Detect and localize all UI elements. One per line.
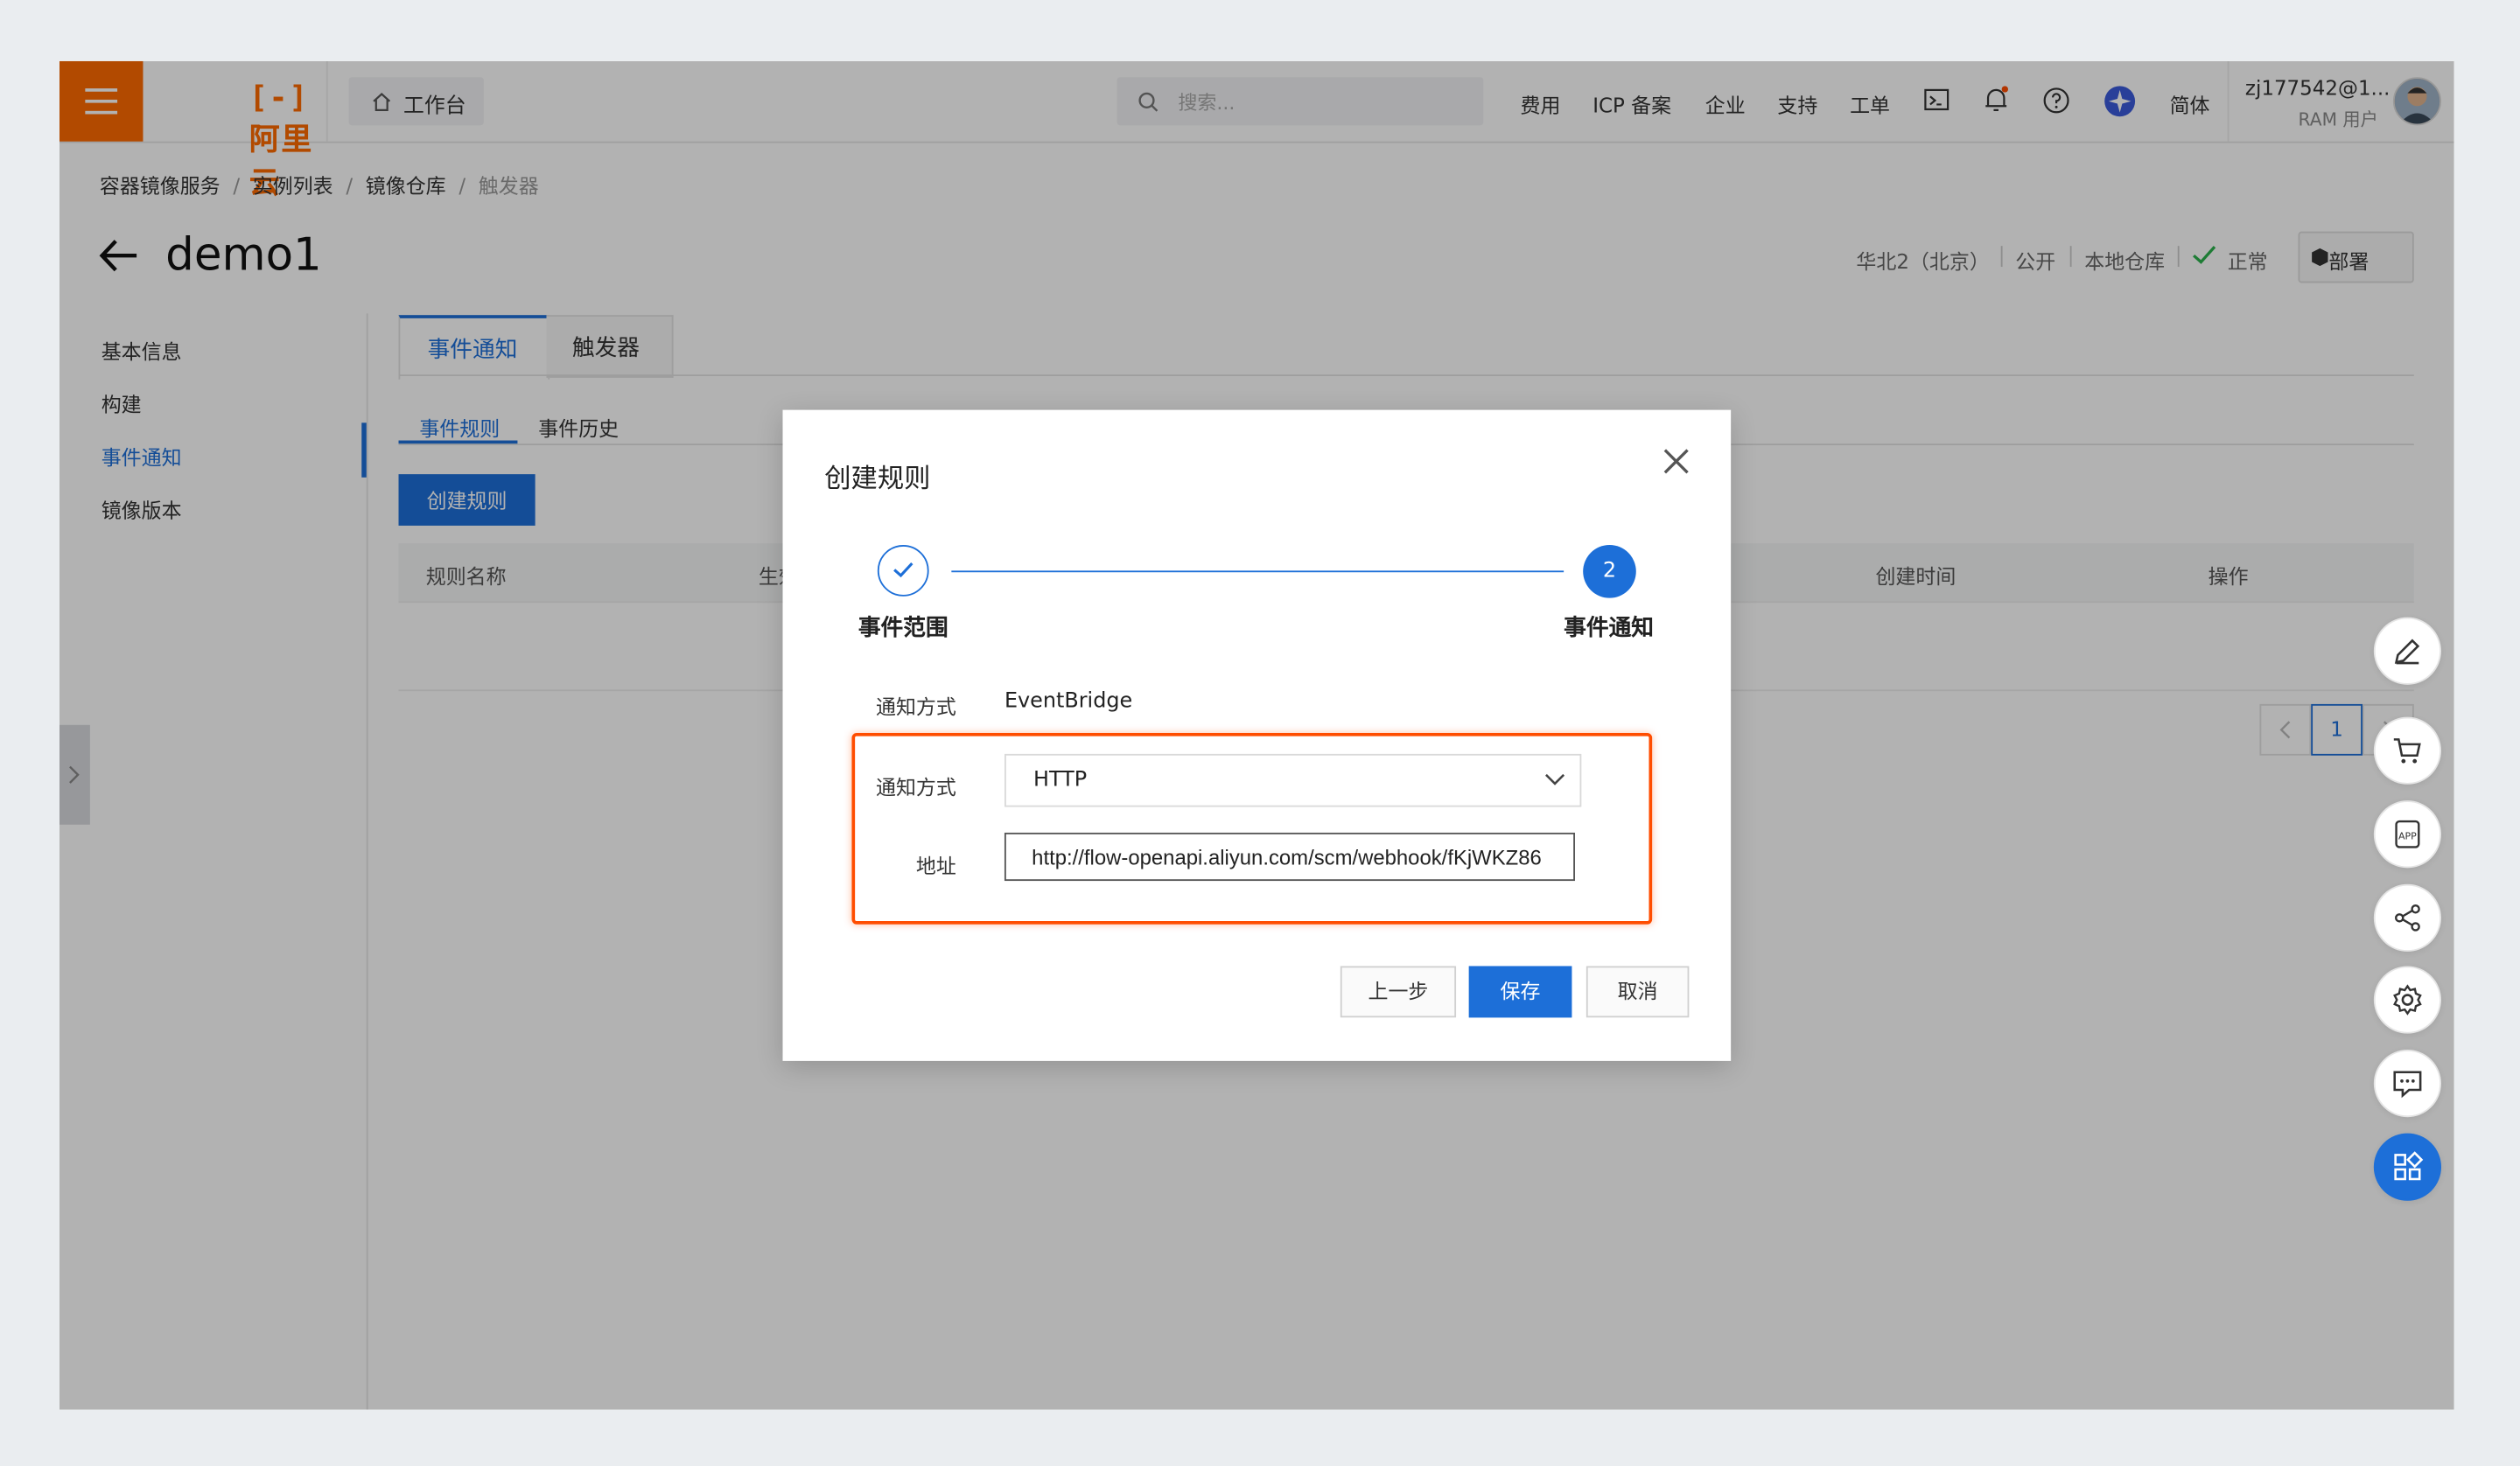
cancel-button[interactable]: 取消	[1586, 966, 1690, 1018]
channel-select-value: HTTP	[1033, 768, 1088, 792]
svg-text:APP: APP	[2398, 830, 2417, 841]
prev-step-button[interactable]: 上一步	[1340, 966, 1457, 1018]
address-input[interactable]	[1004, 832, 1575, 882]
create-rule-dialog: 创建规则 2 事件范围 事件通知 通知方式 EventBridge 通知方式 H…	[782, 409, 1732, 1061]
apps-tool-button[interactable]	[2373, 1133, 2441, 1201]
cart-tool-button[interactable]	[2373, 716, 2441, 785]
channel-select[interactable]: HTTP	[1004, 753, 1582, 807]
step-connector	[951, 570, 1564, 573]
settings-tool-button[interactable]	[2373, 966, 2441, 1034]
app-icon: APP	[2395, 820, 2420, 848]
channel-label: 通知方式	[876, 774, 956, 799]
address-label: 地址	[915, 853, 956, 878]
check-icon	[893, 562, 914, 578]
edit-tool-button[interactable]	[2373, 617, 2441, 685]
chat-icon	[2393, 1071, 2422, 1099]
dialog-title: 创建规则	[824, 463, 931, 494]
share-icon	[2395, 904, 2420, 932]
close-icon[interactable]	[1657, 442, 1696, 480]
chevron-down-icon	[1545, 773, 1565, 785]
grid-icon	[2394, 1151, 2424, 1181]
console-window: [-]阿里云 工作台 搜索... 费用 ICP 备案 企业 支持 工单 简体 z…	[59, 60, 2454, 1410]
pencil-icon	[2394, 639, 2420, 665]
cart-icon	[2393, 738, 2421, 764]
notify-method-value: EventBridge	[1004, 689, 1133, 714]
feedback-tool-button[interactable]	[2373, 1050, 2441, 1118]
gear-icon	[2393, 984, 2422, 1016]
step-1-indicator	[877, 544, 929, 597]
step-1-label: 事件范围	[858, 615, 948, 642]
share-tool-button[interactable]	[2373, 883, 2441, 952]
app-tool-button[interactable]: APP	[2373, 800, 2441, 869]
step-2-indicator: 2	[1583, 544, 1636, 598]
notify-method-label: 通知方式	[876, 694, 956, 719]
save-button[interactable]: 保存	[1468, 966, 1572, 1018]
step-2-label: 事件通知	[1564, 615, 1654, 642]
